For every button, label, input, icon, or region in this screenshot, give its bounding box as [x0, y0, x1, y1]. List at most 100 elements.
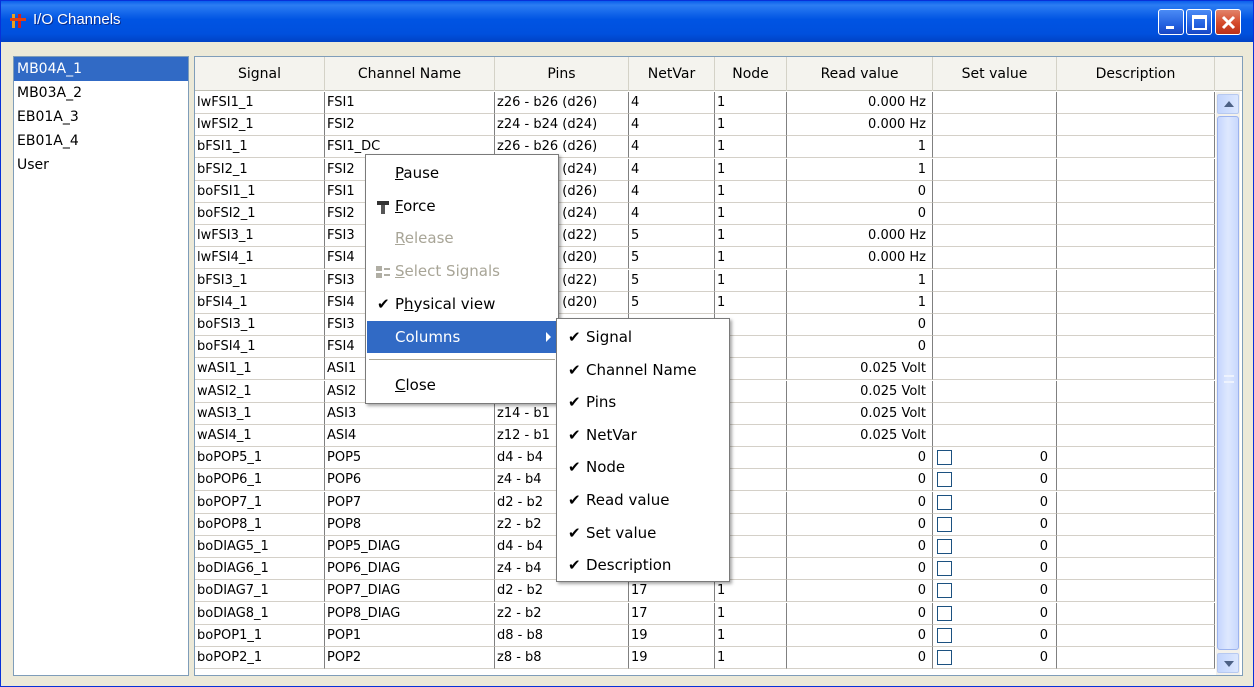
scroll-thumb[interactable] — [1217, 116, 1239, 650]
checkmark-icon: ✔ — [568, 556, 581, 575]
cell-set[interactable]: 0 — [933, 647, 1057, 669]
checkmark-icon: ✔ — [568, 458, 581, 477]
submenu-item-column[interactable]: ✔ Set value — [558, 517, 728, 550]
cell-channel: POP7_DIAG — [325, 580, 495, 603]
submenu-item-column[interactable]: ✔ Pins — [558, 386, 728, 419]
cell-set[interactable] — [933, 114, 1057, 137]
module-list-item[interactable]: EB01A_3 — [14, 105, 188, 129]
set-value-checkbox[interactable] — [937, 472, 952, 488]
table-row[interactable]: boFSI2_1FSI2z24 - b24 (d24)410 — [195, 203, 1215, 225]
table-row[interactable]: bFSI3_1FSI3z22 - b22 (d22)511 — [195, 269, 1215, 292]
cell-set[interactable] — [933, 92, 1057, 114]
column-header[interactable]: NetVar — [629, 57, 715, 91]
menu-item-close[interactable]: Close — [367, 369, 557, 401]
menu-item-pause[interactable]: Pause — [367, 157, 557, 189]
title-bar[interactable]: I/O Channels — [1, 1, 1253, 42]
module-list[interactable]: MB04A_1 MB03A_2 EB01A_3 EB01A_4 User — [13, 56, 189, 676]
set-value-checkbox[interactable] — [937, 561, 952, 577]
table-row[interactable]: bFSI1_1 FSI1_DC z26 - b26 (d26) 4 1 1 — [195, 136, 1215, 159]
cell-set[interactable] — [933, 180, 1057, 203]
cell-set[interactable] — [933, 291, 1057, 314]
cell-set[interactable]: 0 — [933, 536, 1057, 558]
set-value-checkbox[interactable] — [937, 605, 952, 621]
cell-set[interactable]: 0 — [933, 624, 1057, 647]
submenu-item-column[interactable]: ✔ Signal — [558, 321, 728, 354]
set-value-checkbox[interactable] — [937, 627, 952, 643]
cell-read: 0 — [787, 491, 933, 514]
scroll-down-button[interactable] — [1217, 653, 1239, 673]
cell-set[interactable] — [933, 358, 1057, 381]
table-row[interactable]: boFSI1_1FSI1z26 - b26 (d26)410 — [195, 180, 1215, 203]
cell-node: 1 — [715, 624, 787, 647]
submenu-item-column[interactable]: ✔ Channel Name — [558, 354, 728, 387]
column-header[interactable]: Pins — [495, 57, 629, 91]
menu-item-physical-view[interactable]: ✔ Physical view — [367, 288, 557, 320]
table-row[interactable]: boDIAG8_1 POP8_DIAG z2 - b2 17 1 0 0 — [195, 602, 1215, 625]
cell-node: 1 — [715, 180, 787, 203]
menu-item-release[interactable]: Release — [367, 222, 557, 254]
table-row[interactable]: lwFSI4_1FSI4z20 - b20 (d20)510.000 Hz — [195, 247, 1215, 270]
cell-set[interactable]: 0 — [933, 469, 1057, 492]
cell-signal: boDIAG7_1 — [195, 580, 325, 603]
table-row[interactable]: bFSI4_1FSI4z20 - b20 (d20)511 — [195, 291, 1215, 314]
submenu-item-column[interactable]: ✔ Node — [558, 451, 728, 484]
cell-set[interactable]: 0 — [933, 513, 1057, 536]
cell-desc — [1057, 247, 1215, 270]
set-value-checkbox[interactable] — [937, 494, 952, 510]
module-list-item[interactable]: MB04A_1 — [14, 57, 188, 81]
set-value-checkbox[interactable] — [937, 583, 952, 599]
column-header[interactable]: Read value — [787, 57, 933, 91]
set-value-checkbox[interactable] — [937, 539, 952, 554]
cell-set[interactable]: 0 — [933, 602, 1057, 625]
cell-signal: bFSI2_1 — [195, 158, 325, 181]
column-header[interactable]: Channel Name — [325, 57, 495, 91]
cell-node: 1 — [715, 92, 787, 114]
module-list-item[interactable]: User — [14, 153, 188, 177]
cell-set[interactable] — [933, 136, 1057, 159]
table-row[interactable]: boPOP2_1 POP2 z8 - b8 19 1 0 0 — [195, 647, 1215, 669]
table-row[interactable]: lwFSI2_1 FSI2 z24 - b24 (d24) 4 1 0.000 Hz — [195, 114, 1215, 137]
cell-set[interactable] — [933, 225, 1057, 248]
cell-set[interactable] — [933, 380, 1057, 403]
menu-item-select-signals[interactable]: Select Signals — [367, 255, 557, 287]
menu-item-columns[interactable]: Columns — [367, 321, 557, 353]
cell-set[interactable] — [933, 269, 1057, 292]
submenu-item-column[interactable]: ✔ Read value — [558, 484, 728, 517]
column-header[interactable]: Description — [1057, 57, 1215, 91]
submenu-item-column[interactable]: ✔ NetVar — [558, 419, 728, 452]
close-button[interactable] — [1215, 9, 1241, 35]
cell-set[interactable]: 0 — [933, 447, 1057, 470]
column-header[interactable]: Set value — [933, 57, 1057, 91]
minimize-button[interactable] — [1158, 9, 1184, 35]
module-list-item[interactable]: MB03A_2 — [14, 81, 188, 105]
cell-set[interactable] — [933, 336, 1057, 359]
cell-set[interactable] — [933, 247, 1057, 270]
module-list-item[interactable]: EB01A_4 — [14, 129, 188, 153]
cell-set[interactable] — [933, 314, 1057, 336]
maximize-button[interactable] — [1186, 9, 1212, 35]
table-row[interactable]: boDIAG7_1 POP7_DIAG d2 - b2 17 1 0 0 — [195, 580, 1215, 603]
cell-set[interactable]: 0 — [933, 558, 1057, 581]
set-value-checkbox[interactable] — [937, 650, 952, 665]
table-row[interactable]: lwFSI1_1 FSI1 z26 - b26 (d26) 4 1 0.000 Hz — [195, 92, 1215, 114]
cell-set[interactable] — [933, 158, 1057, 181]
menu-item-force[interactable]: Force — [367, 190, 557, 222]
cell-set[interactable]: 0 — [933, 580, 1057, 603]
table-row[interactable]: lwFSI3_1FSI3z22 - b22 (d22)510.000 Hz — [195, 225, 1215, 248]
cell-set[interactable]: 0 — [933, 491, 1057, 514]
cell-netvar: 4 — [629, 180, 715, 203]
column-header[interactable]: Node — [715, 57, 787, 91]
submenu-item-column[interactable]: ✔ Description — [558, 549, 728, 582]
column-header[interactable]: Signal — [195, 57, 325, 91]
cell-desc — [1057, 513, 1215, 536]
cell-set[interactable] — [933, 203, 1057, 225]
cell-set[interactable] — [933, 402, 1057, 425]
table-row[interactable]: boPOP1_1 POP1 d8 - b8 19 1 0 0 — [195, 624, 1215, 647]
cell-set[interactable] — [933, 425, 1057, 447]
cell-channel: POP5_DIAG — [325, 536, 495, 558]
scroll-up-button[interactable] — [1217, 94, 1239, 114]
vertical-scrollbar[interactable] — [1216, 92, 1240, 675]
table-row[interactable]: bFSI2_1FSI2z24 - b24 (d24)411 — [195, 158, 1215, 181]
set-value-checkbox[interactable] — [937, 450, 952, 466]
set-value-checkbox[interactable] — [937, 516, 952, 532]
